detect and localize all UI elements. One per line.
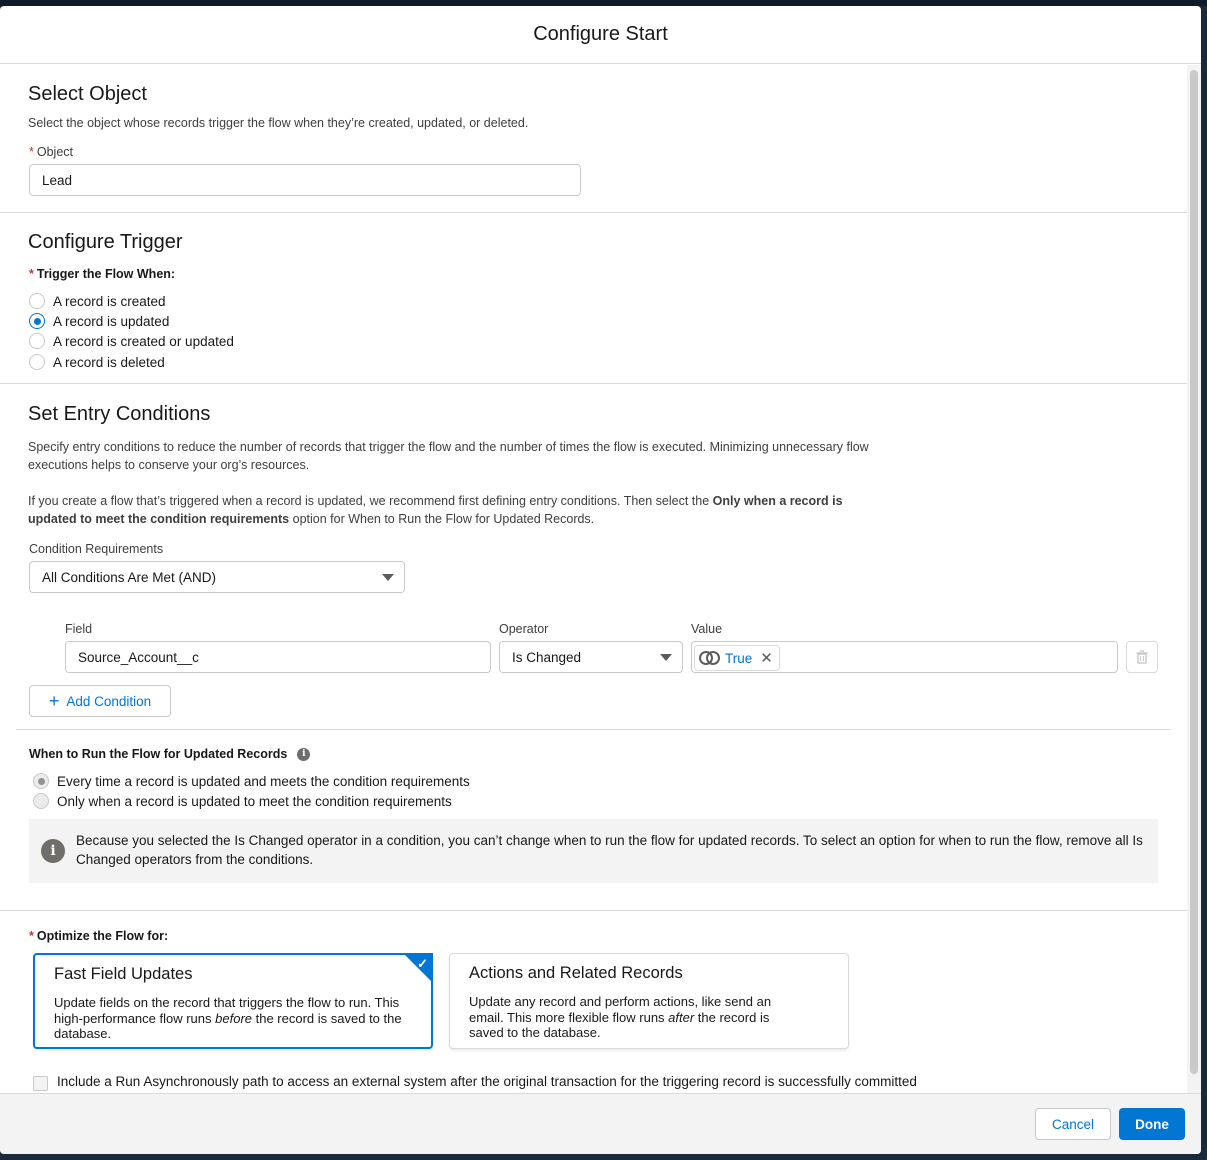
trigger-option-deleted[interactable]: A record is deleted [29, 354, 165, 370]
entry-conditions-description: Specify entry conditions to reduce the n… [28, 440, 869, 472]
radio-button[interactable] [29, 293, 45, 309]
delete-condition-button[interactable] [1126, 641, 1158, 673]
required-mark: * [29, 929, 34, 943]
value-column-label: Value [691, 622, 723, 636]
cancel-button[interactable]: Cancel [1035, 1108, 1111, 1140]
object-label: * Object [29, 145, 73, 159]
close-icon[interactable]: ✕ [760, 649, 773, 667]
done-button[interactable]: Done [1119, 1108, 1185, 1140]
required-mark: * [29, 267, 34, 281]
entry-conditions-heading: Set Entry Conditions [28, 403, 211, 425]
card-title: Fast Field Updates [54, 965, 193, 983]
run-async-checkbox[interactable] [33, 1076, 48, 1091]
configure-trigger-heading: Configure Trigger [28, 231, 183, 253]
card-desc-emphasis: after [668, 1009, 695, 1025]
radio-button[interactable] [29, 354, 45, 370]
recommendation-text: If you create a flow that’s triggered wh… [28, 494, 713, 508]
condition-requirements-value: All Conditions Are Met (AND) [42, 569, 217, 585]
recommendation-text-end: option for When to Run the Flow for Upda… [289, 512, 595, 526]
radio-button-disabled[interactable] [33, 793, 49, 809]
value-pill-label: True [725, 650, 753, 666]
run-option-label: Every time a record is updated and meets… [57, 773, 470, 789]
radio-button[interactable] [29, 333, 45, 349]
select-object-section: Select Object Select the object whose re… [0, 65, 1187, 213]
condition-operator-select[interactable]: Is Changed [499, 641, 683, 673]
card-title: Actions and Related Records [469, 964, 683, 982]
configure-trigger-section: Configure Trigger * Trigger the Flow When… [0, 213, 1187, 384]
card-description: Update fields on the record that trigger… [54, 995, 404, 1042]
condition-operator-value: Is Changed [512, 649, 582, 665]
trigger-option-created-or-updated[interactable]: A record is created or updated [29, 333, 234, 349]
divider [16, 729, 1171, 730]
when-to-run-label: When to Run the Flow for Updated Records… [29, 747, 311, 761]
object-label-text: Object [36, 145, 74, 159]
trigger-option-label: A record is updated [53, 313, 170, 329]
condition-field-input[interactable]: Source_Account__c [65, 641, 491, 673]
trigger-option-label: A record is created or updated [53, 333, 234, 349]
select-object-description: Select the object whose records trigger … [28, 116, 529, 130]
modal-header: Configure Start [0, 6, 1201, 64]
entry-conditions-recommendation: If you create a flow that’s triggered wh… [28, 492, 878, 528]
checkmark-icon: ✓ [417, 956, 428, 971]
radio-button-disabled-selected[interactable] [33, 773, 49, 789]
actions-related-records-card[interactable]: Actions and Related Records Update any r… [449, 953, 849, 1049]
fast-field-updates-card[interactable]: ✓ Fast Field Updates Update fields on th… [33, 953, 433, 1049]
info-icon: i [41, 839, 65, 863]
configure-start-modal: Configure Start Select Object Select the… [0, 6, 1201, 1154]
optimize-label-text: Optimize the Flow for: [36, 929, 169, 943]
select-object-heading: Select Object [28, 83, 147, 105]
trigger-label-text: Trigger the Flow When: [36, 267, 176, 281]
condition-requirements-label: Condition Requirements [29, 542, 164, 556]
modal-title: Configure Start [533, 23, 668, 45]
scrollbar[interactable] [1187, 65, 1201, 1093]
add-icon: + [48, 691, 60, 711]
run-option-only-when[interactable]: Only when a record is updated to meet th… [33, 793, 452, 809]
operator-column-label: Operator [499, 622, 549, 636]
required-mark: * [29, 145, 34, 159]
add-condition-button[interactable]: + Add Condition [29, 685, 171, 717]
divider [0, 910, 1187, 911]
object-input[interactable]: Lead [29, 164, 581, 196]
value-pill[interactable]: True ✕ [694, 645, 780, 671]
add-condition-label: Add Condition [66, 693, 152, 709]
run-option-every-time[interactable]: Every time a record is updated and meets… [33, 773, 470, 789]
object-input-value: Lead [42, 172, 73, 188]
trigger-option-updated[interactable]: A record is updated [29, 313, 169, 329]
field-column-label: Field [65, 622, 93, 636]
trigger-option-label: A record is deleted [53, 354, 165, 370]
modal-footer: Cancel Done [0, 1093, 1201, 1154]
trigger-option-label: A record is created [53, 293, 166, 309]
chevron-down-icon [382, 574, 394, 581]
global-constant-icon [699, 651, 720, 665]
run-async-label: Include a Run Asynchronously path to acc… [57, 1074, 917, 1089]
when-to-run-label-text: When to Run the Flow for Updated Records [29, 747, 288, 761]
condition-field-value: Source_Account__c [78, 649, 199, 665]
run-option-label: Only when a record is updated to meet th… [57, 793, 452, 809]
condition-requirements-select[interactable]: All Conditions Are Met (AND) [29, 561, 405, 593]
card-description: Update any record and perform actions, l… [469, 994, 799, 1041]
scrollbar-thumb[interactable] [1190, 70, 1198, 1074]
info-message-box: i Because you selected the Is Changed op… [29, 819, 1158, 883]
optimize-label: * Optimize the Flow for: [29, 929, 168, 943]
info-icon[interactable]: i [297, 747, 311, 761]
trigger-option-created[interactable]: A record is created [29, 293, 166, 309]
radio-button-selected[interactable] [29, 313, 45, 329]
trash-icon [1136, 650, 1148, 664]
info-message-text: Because you selected the Is Changed oper… [76, 833, 1143, 867]
modal-body: Select Object Select the object whose re… [0, 65, 1187, 1093]
card-desc-emphasis: before [215, 1010, 253, 1026]
trigger-label: * Trigger the Flow When: [29, 267, 175, 281]
condition-value-input[interactable]: True ✕ [691, 641, 1118, 673]
chevron-down-icon [660, 654, 672, 661]
